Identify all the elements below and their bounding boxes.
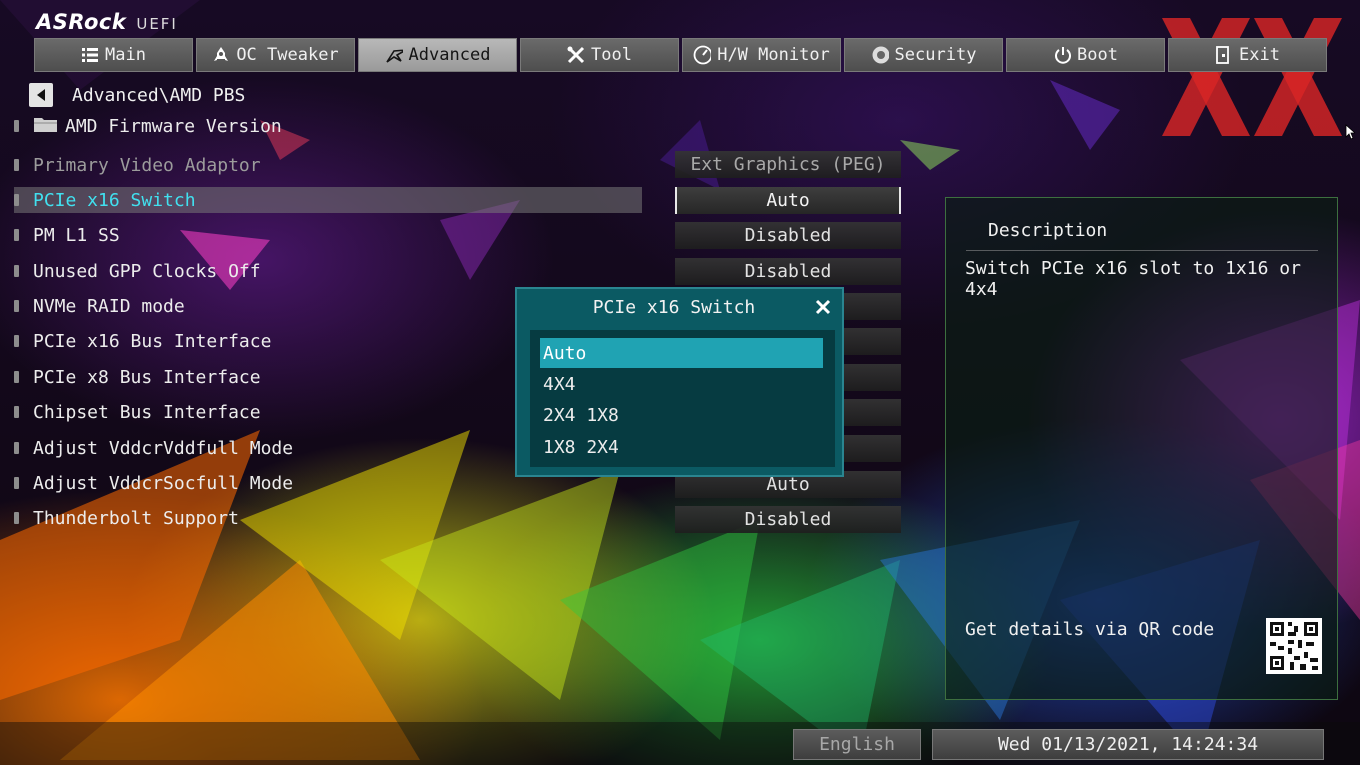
date-time-display: Wed 01/13/2021, 14:24:34	[932, 729, 1324, 760]
tab-exit[interactable]: Exit	[1168, 38, 1327, 72]
value-primary-video-adaptor[interactable]: Ext Graphics (PEG)	[675, 151, 901, 178]
tab-advanced[interactable]: Advanced	[358, 38, 517, 72]
popup-option-1x8-2x4[interactable]: 1X8 2X4	[540, 432, 823, 462]
setting-label: Adjust VddcrSocfull Mode	[33, 472, 294, 494]
qr-code-label: Get details via QR code	[965, 619, 1215, 640]
setting-label: PCIe x16 Bus Interface	[33, 330, 272, 352]
tab-tool[interactable]: Tool	[520, 38, 679, 72]
qr-code-icon	[1266, 618, 1322, 674]
setting-row-primary-video-adaptor[interactable]: Primary Video Adaptor	[14, 152, 642, 178]
mouse-cursor-icon	[1345, 124, 1355, 140]
asrock-logo: ASRock UEFI	[36, 10, 178, 34]
row-marker	[14, 512, 19, 524]
row-marker	[14, 371, 19, 383]
tab-hw-monitor[interactable]: H/W Monitor	[682, 38, 841, 72]
description-panel: Description Switch PCIe x16 slot to 1x16…	[945, 197, 1338, 700]
description-text: Switch PCIe x16 slot to 1x16 or 4x4	[965, 258, 1301, 300]
setting-row-pm-l1-ss[interactable]: PM L1 SS	[14, 222, 642, 248]
value-unused-gpp-clocks-off[interactable]: Disabled	[675, 258, 901, 285]
setting-label: AMD Firmware Version	[65, 115, 282, 137]
close-button[interactable]	[810, 296, 836, 318]
row-marker	[14, 442, 19, 454]
setting-label: Unused GPP Clocks Off	[33, 260, 261, 282]
folder-icon	[33, 115, 59, 137]
tools-icon	[567, 46, 585, 64]
setting-label: Primary Video Adaptor	[33, 154, 261, 176]
brand-sub: UEFI	[136, 15, 178, 33]
description-divider	[966, 250, 1318, 251]
star-icon	[385, 46, 403, 64]
tab-advanced-label: Advanced	[408, 45, 491, 65]
language-button[interactable]: English	[793, 729, 921, 760]
setting-row-pcie-x16-switch[interactable]: PCIe x16 Switch	[14, 187, 642, 213]
tab-tool-label: Tool	[591, 45, 632, 65]
tab-hw-monitor-label: H/W Monitor	[717, 45, 830, 65]
tab-main-label: Main	[105, 45, 146, 65]
row-marker	[14, 229, 19, 241]
breadcrumb: Advanced\AMD PBS	[72, 85, 246, 106]
option-popup: PCIe x16 Switch Auto 4X4 2X4 1X8 1X8 2X4	[515, 287, 844, 477]
setting-label: PCIe x8 Bus Interface	[33, 366, 261, 388]
row-marker	[14, 265, 19, 277]
value-pm-l1-ss[interactable]: Disabled	[675, 222, 901, 249]
exit-icon	[1215, 46, 1233, 64]
row-marker	[14, 300, 19, 312]
arrow-left-icon	[37, 89, 45, 101]
setting-label: PM L1 SS	[33, 224, 120, 246]
tab-main[interactable]: Main	[34, 38, 193, 72]
row-marker	[14, 335, 19, 347]
setting-row-amd-firmware-version[interactable]: AMD Firmware Version	[14, 113, 642, 139]
brand-name: ASRock	[36, 10, 127, 34]
setting-label: Thunderbolt Support	[33, 507, 239, 529]
main-tab-bar: Main OC Tweaker Advanced Tool H/W Monito…	[34, 38, 1327, 72]
description-title: Description	[988, 220, 1108, 241]
row-marker	[14, 159, 19, 171]
tab-boot-label: Boot	[1077, 45, 1118, 65]
tab-exit-label: Exit	[1239, 45, 1280, 65]
setting-label: PCIe x16 Switch	[33, 189, 196, 211]
tab-oc-tweaker[interactable]: OC Tweaker	[196, 38, 355, 72]
monitor-icon	[693, 45, 712, 65]
tab-oc-tweaker-label: OC Tweaker	[236, 45, 339, 65]
popup-option-auto[interactable]: Auto	[540, 338, 823, 368]
popup-option-2x4-1x8[interactable]: 2X4 1X8	[540, 400, 823, 430]
back-button[interactable]	[29, 83, 53, 107]
row-marker	[14, 406, 19, 418]
popup-option-4x4[interactable]: 4X4	[540, 369, 823, 399]
value-pcie-x16-switch[interactable]: Auto	[675, 187, 901, 214]
list-icon	[81, 46, 99, 64]
tab-boot[interactable]: Boot	[1006, 38, 1165, 72]
tab-security[interactable]: Security	[844, 38, 1003, 72]
tab-security-label: Security	[894, 45, 977, 65]
setting-row-thunderbolt-support[interactable]: Thunderbolt Support	[14, 505, 642, 531]
rocket-icon	[212, 46, 230, 64]
close-icon	[815, 299, 831, 315]
xx-watermark-logo	[1162, 18, 1342, 136]
setting-label: Adjust VddcrVddfull Mode	[33, 437, 294, 459]
power-icon	[1053, 46, 1071, 64]
row-marker	[14, 194, 19, 206]
shield-icon	[871, 46, 889, 64]
setting-row-unused-gpp-clocks-off[interactable]: Unused GPP Clocks Off	[14, 258, 642, 284]
row-marker	[14, 120, 19, 132]
setting-label: Chipset Bus Interface	[33, 401, 261, 423]
setting-label: NVMe RAID mode	[33, 295, 185, 317]
popup-option-list: Auto 4X4 2X4 1X8 1X8 2X4	[530, 330, 835, 467]
row-marker	[14, 477, 19, 489]
value-thunderbolt-support[interactable]: Disabled	[675, 506, 901, 533]
popup-title: PCIe x16 Switch	[592, 297, 756, 318]
